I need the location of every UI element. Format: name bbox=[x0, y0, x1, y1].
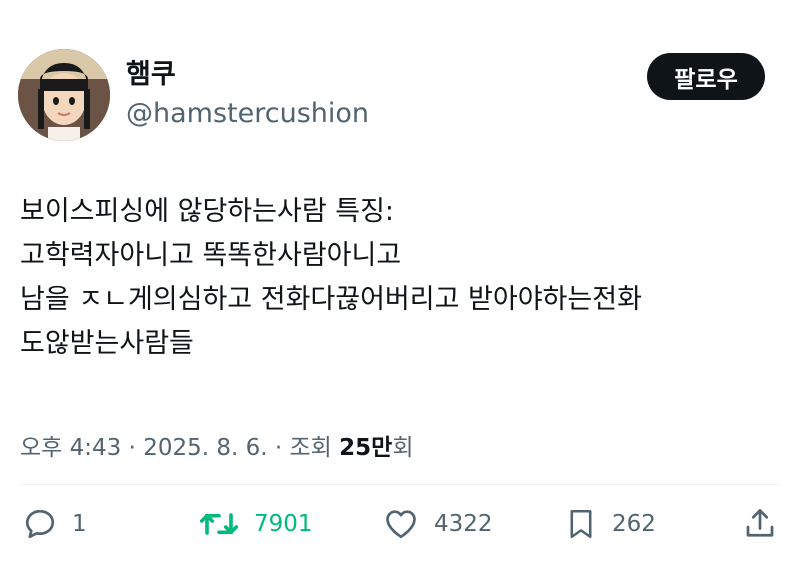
reply-button[interactable]: 1 bbox=[22, 498, 87, 550]
tweet-line: 보이스피싱에 않당하는사람 특징: bbox=[20, 196, 395, 227]
tweet-line: 남을 ㅈㄴ게의심하고 전화다끊어버리고 받아야하는전화 bbox=[20, 284, 642, 315]
reply-icon bbox=[25, 509, 55, 539]
retweet-button[interactable]: 7901 bbox=[198, 498, 313, 550]
meta-separator: · bbox=[121, 435, 144, 461]
tweet-meta: 오후 4:43 · 2025. 8. 6. · 조회 25만회 bbox=[20, 432, 414, 464]
bookmark-icon bbox=[570, 509, 592, 539]
top-edge bbox=[0, 0, 800, 8]
avatar[interactable] bbox=[18, 49, 110, 141]
follow-button[interactable]: 팔로우 bbox=[647, 53, 765, 100]
tweet-line: 고학력자아니고 똑똑한사람아니고 bbox=[20, 240, 402, 271]
heart-icon bbox=[386, 510, 416, 539]
like-button[interactable]: 4322 bbox=[382, 498, 493, 550]
action-bar: 1 7901 4322 262 bbox=[0, 498, 800, 550]
retweet-count: 7901 bbox=[254, 511, 313, 537]
tweet-time[interactable]: 오후 4:43 bbox=[20, 435, 121, 461]
share-button[interactable] bbox=[742, 498, 778, 550]
tweet-line: 도않받는사람들 bbox=[20, 328, 194, 359]
author-display-name[interactable]: 햄쿠 bbox=[126, 58, 176, 92]
author-handle[interactable]: @hamstercushion bbox=[126, 97, 369, 131]
views-label: 조회 bbox=[289, 435, 332, 461]
avatar-mii-icon bbox=[18, 49, 110, 141]
bookmark-button[interactable]: 262 bbox=[564, 498, 656, 550]
bookmark-count: 262 bbox=[612, 511, 656, 537]
tweet-text: 보이스피싱에 않당하는사람 특징: 고학력자아니고 똑똑한사람아니고 남을 ㅈㄴ… bbox=[20, 190, 790, 366]
retweet-icon bbox=[199, 513, 239, 535]
tweet-date[interactable]: 2025. 8. 6. bbox=[143, 435, 267, 461]
views-suffix: 회 bbox=[392, 435, 414, 461]
meta-separator: · bbox=[267, 435, 290, 461]
like-count: 4322 bbox=[434, 511, 493, 537]
reply-count: 1 bbox=[72, 511, 87, 537]
divider bbox=[20, 484, 780, 485]
views-count: 25만 bbox=[339, 435, 393, 461]
share-icon bbox=[746, 509, 774, 537]
